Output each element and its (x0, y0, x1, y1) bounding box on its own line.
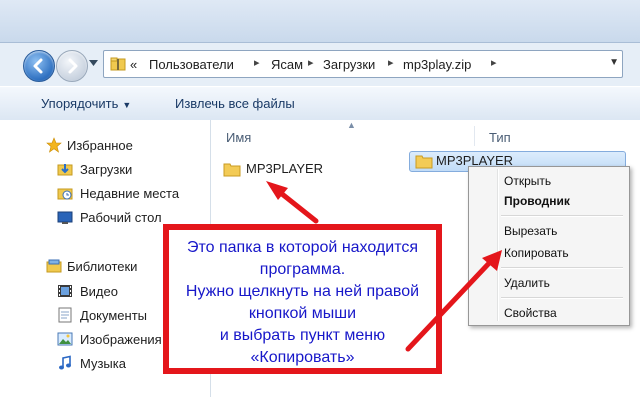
arrow-left-icon (33, 58, 43, 74)
window-titlebar (0, 0, 640, 43)
command-toolbar: Упорядочить ▼ Извлечь все файлы (0, 86, 640, 122)
pictures-library-icon (57, 332, 73, 346)
annotation-line: «Копировать» (250, 349, 355, 366)
column-header-name[interactable]: Имя (226, 130, 251, 145)
instruction-annotation: Это папка в которой находится программа.… (163, 224, 442, 374)
annotation-line: кнопкой мыши (248, 305, 357, 322)
nav-downloads-label: Загрузки (80, 162, 133, 177)
libraries-icon (46, 259, 62, 273)
breadcrumb-separator-icon[interactable]: ▸ (388, 56, 394, 69)
recent-pages-dropdown-icon[interactable] (89, 60, 98, 66)
file-row-mp3player[interactable]: MP3PLAYER (223, 160, 343, 180)
context-menu: Открыть Проводник Вырезать Копировать Уд… (468, 166, 630, 326)
video-library-icon (58, 285, 72, 297)
breadcrumb-separator-icon[interactable]: ▸ (308, 56, 314, 69)
organize-button[interactable]: Упорядочить ▼ (41, 96, 131, 111)
organize-label: Упорядочить (41, 96, 119, 111)
nav-documents-label: Документы (80, 308, 148, 323)
nav-favorites-label: Избранное (67, 138, 133, 153)
menu-item-delete[interactable]: Удалить (504, 276, 550, 290)
nav-music-label: Музыка (80, 356, 126, 371)
nav-desktop-label: Рабочий стол (80, 210, 162, 225)
menu-item-open[interactable]: Открыть (504, 174, 551, 188)
column-header-type[interactable]: Тип (489, 130, 511, 145)
annotation-line: и выбрать пункт меню (219, 327, 386, 344)
breadcrumb-separator-icon[interactable]: ▸ (491, 56, 497, 69)
address-bar[interactable]: « Пользователи ▸ Ясам ▸ Загрузки ▸ mp3pl… (103, 50, 623, 78)
menu-separator (501, 215, 623, 217)
nav-pictures-label: Изображения (80, 332, 162, 347)
annotation-line: Нужно щелкнуть на ней правой (185, 283, 420, 300)
nav-libraries-label: Библиотеки (67, 259, 138, 274)
menu-item-cut[interactable]: Вырезать (504, 224, 557, 238)
desktop-icon (57, 211, 73, 224)
annotation-line: Это папка в которой находится (187, 239, 418, 256)
menu-item-copy[interactable]: Копировать (504, 246, 569, 260)
breadcrumb-overflow[interactable]: « (130, 57, 137, 72)
zip-folder-icon (110, 57, 126, 71)
breadcrumb-downloads[interactable]: Загрузки (323, 57, 375, 72)
chevron-down-icon: ▼ (122, 100, 132, 110)
sort-ascending-icon: ▲ (347, 120, 356, 130)
menu-item-explorer[interactable]: Проводник (504, 194, 570, 208)
back-button[interactable] (23, 50, 55, 82)
breadcrumb-separator-icon[interactable]: ▸ (254, 56, 260, 69)
file-name: MP3PLAYER (246, 161, 324, 176)
nav-favorites[interactable]: Избранное (0, 136, 205, 156)
menu-item-properties[interactable]: Свойства (504, 306, 557, 320)
forward-button[interactable] (56, 50, 88, 82)
arrow-right-icon (68, 58, 78, 74)
recent-places-icon (57, 188, 73, 200)
breadcrumb-zip[interactable]: mp3play.zip (403, 57, 471, 72)
annotation-line: программа. (259, 261, 346, 278)
address-dropdown-icon[interactable]: ▼ (609, 57, 619, 68)
nav-recent-places[interactable]: Недавние места (0, 184, 205, 204)
documents-library-icon (58, 307, 72, 323)
column-divider[interactable] (474, 126, 475, 146)
breadcrumb-users[interactable]: Пользователи (149, 57, 234, 72)
extract-all-button[interactable]: Извлечь все файлы (175, 96, 295, 111)
music-note-icon (59, 355, 71, 370)
folder-icon (223, 163, 241, 177)
nav-downloads[interactable]: Загрузки (0, 160, 205, 180)
nav-recent-places-label: Недавние места (80, 186, 180, 201)
nav-video-label: Видео (80, 284, 118, 299)
folder-icon (415, 155, 433, 169)
downloads-folder-icon (57, 164, 73, 176)
star-icon (46, 137, 62, 153)
menu-separator (501, 297, 623, 299)
menu-separator (501, 267, 623, 269)
breadcrumb-user[interactable]: Ясам (271, 57, 303, 72)
